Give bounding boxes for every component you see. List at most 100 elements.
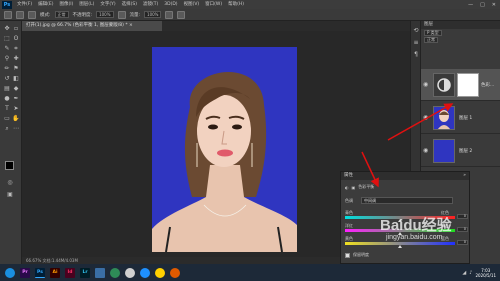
airbrush-icon[interactable] (165, 10, 174, 19)
clock[interactable]: 7:03 2020/5/11 (475, 268, 496, 278)
crop-tool-icon[interactable]: ⌗ (12, 45, 20, 53)
menu-select[interactable]: 选择(S) (119, 0, 140, 9)
brush-tool-icon[interactable]: ✏ (3, 65, 11, 73)
foreground-color-swatch[interactable] (5, 161, 14, 170)
brush-panel-toggle-icon[interactable] (28, 10, 36, 19)
slider-knob[interactable] (398, 232, 402, 235)
menu-help[interactable]: 帮助(H) (225, 0, 247, 9)
preserve-luminosity-checkbox[interactable] (345, 252, 350, 258)
properties-panel: 属性 » ◐ ▣ 色彩平衡 色调 中间调 青色 红色 0 洋红 绿色 0 黄色 … (340, 171, 470, 264)
app-icon-lightroom[interactable]: Lr (80, 267, 90, 278)
slider-knob[interactable] (398, 245, 402, 248)
document-canvas[interactable] (152, 47, 297, 252)
layer-row[interactable]: ◉ 图层 2 (421, 135, 500, 167)
yellow-blue-slider[interactable] (345, 242, 455, 248)
shape-tool-icon[interactable]: ▭ (3, 115, 11, 123)
mask-icon[interactable]: ▣ (352, 185, 356, 190)
screen-mode-icon[interactable]: ▣ (6, 191, 14, 199)
menu-edit[interactable]: 编辑(E) (35, 0, 56, 9)
visibility-eye-icon[interactable]: ◉ (423, 81, 428, 88)
hand-tool-icon[interactable]: ✋ (12, 115, 20, 123)
system-tray: ◢ ♪ 7:03 2020/5/11 (462, 268, 500, 278)
history-panel-icon[interactable]: ⟲ (412, 27, 420, 35)
menu-image[interactable]: 图像(I) (56, 0, 76, 9)
blend-mode-dropdown[interactable]: 正常 (424, 36, 438, 43)
cyan-red-slider[interactable] (345, 216, 455, 222)
layer-filter-dropdown[interactable]: P 类型 (424, 29, 442, 36)
layer-row[interactable]: ◉ 色彩... (421, 69, 500, 101)
cyan-red-value[interactable]: 0 (457, 214, 468, 219)
slider-knob[interactable] (398, 219, 402, 222)
yellow-blue-value[interactable]: 0 (457, 240, 468, 245)
magenta-green-value[interactable]: 0 (457, 227, 468, 232)
app-icon-chrome[interactable] (155, 267, 165, 278)
pressure-size-icon[interactable] (177, 10, 186, 19)
quick-select-tool-icon[interactable]: ✎ (3, 45, 11, 53)
mode-dropdown[interactable]: 正常 (54, 11, 69, 18)
path-select-tool-icon[interactable]: ➤ (12, 105, 20, 113)
app-icon-media-player[interactable] (95, 267, 105, 278)
minimize-icon[interactable]: — (468, 2, 473, 8)
opacity-input[interactable]: 100% (96, 11, 114, 18)
windows-taskbar: Pr Ps Ai Id Lr ◢ ♪ 7:03 2020/5/11 (0, 264, 500, 281)
close-icon[interactable]: ✕ (492, 2, 496, 8)
lasso-tool-icon[interactable]: ʘ (12, 35, 20, 43)
app-icon-indesign[interactable]: Id (65, 267, 75, 278)
tone-label: 色调 (345, 198, 353, 203)
dodge-tool-icon[interactable]: ● (3, 95, 11, 103)
history-brush-tool-icon[interactable]: ↺ (3, 75, 11, 83)
eyedropper-tool-icon[interactable]: ⚲ (3, 55, 11, 63)
menu-window[interactable]: 窗口(W) (202, 0, 225, 9)
type-tool-icon[interactable]: T (3, 105, 11, 113)
preserve-luminosity-label: 保留明度 (353, 252, 369, 257)
app-icon-qq[interactable] (125, 267, 135, 278)
properties-panel-header[interactable]: 属性 » (341, 172, 469, 180)
app-icon-premiere[interactable]: Pr (20, 267, 30, 278)
layers-panel-header[interactable]: 图层 (421, 21, 500, 29)
menu-3d[interactable]: 3D(D) (161, 0, 180, 9)
layer-mask-thumbnail[interactable] (457, 73, 479, 97)
app-icon-photoshop[interactable]: Ps (35, 267, 45, 278)
menu-file[interactable]: 文件(F) (14, 0, 35, 9)
move-tool-icon[interactable]: ✥ (3, 25, 11, 33)
menu-type[interactable]: 文字(Y) (97, 0, 118, 9)
edit-toolbar-icon[interactable]: ⋯ (12, 125, 20, 133)
collapse-panel-icon[interactable]: » (463, 172, 469, 180)
clone-stamp-tool-icon[interactable]: ⚑ (12, 65, 20, 73)
paragraph-panel-icon[interactable]: ¶ (412, 51, 420, 59)
app-icon-illustrator[interactable]: Ai (50, 267, 60, 278)
healing-brush-tool-icon[interactable]: ✚ (12, 55, 20, 63)
layer-row[interactable]: ◉ 图层 1 (421, 102, 500, 134)
visibility-eye-icon[interactable]: ◉ (423, 114, 428, 121)
marquee-tool-icon[interactable]: ⬚ (3, 35, 11, 43)
app-icon-browser[interactable] (140, 267, 150, 278)
magenta-green-slider[interactable] (345, 229, 455, 235)
tone-dropdown[interactable]: 中间调 (361, 197, 453, 204)
eraser-tool-icon[interactable]: ◧ (12, 75, 20, 83)
menu-layer[interactable]: 图层(L) (76, 0, 97, 9)
network-icon[interactable]: ◢ (462, 270, 466, 276)
zoom-tool-icon[interactable]: ⌕ (3, 125, 11, 133)
start-button-icon[interactable] (5, 267, 15, 278)
menu-filter[interactable]: 滤镜(T) (140, 0, 161, 9)
lips (217, 149, 233, 157)
photoshop-logo: Ps (2, 0, 12, 9)
properties-panel-icon[interactable]: ≡ (412, 39, 420, 47)
document-tab-close-icon[interactable]: × (129, 23, 133, 28)
app-icon-firefox[interactable] (170, 267, 180, 278)
pen-tool-icon[interactable]: ✒ (12, 95, 20, 103)
visibility-eye-icon[interactable]: ◉ (423, 147, 428, 154)
gradient-tool-icon[interactable]: ▤ (3, 85, 11, 93)
maximize-icon[interactable]: □ (480, 2, 485, 8)
volume-icon[interactable]: ♪ (469, 270, 472, 276)
pressure-opacity-icon[interactable] (117, 10, 126, 19)
quick-mask-icon[interactable]: ◎ (6, 179, 14, 187)
flow-input[interactable]: 100% (144, 11, 162, 18)
document-tab[interactable]: 打开(1).jpg @ 66.7% (色彩平衡 1, 图层蒙版/8) * × (22, 21, 162, 31)
brush-preset-icon[interactable] (4, 10, 12, 19)
app-icon-game[interactable] (110, 267, 120, 278)
menu-view[interactable]: 视图(V) (181, 0, 203, 9)
blur-tool-icon[interactable]: ◆ (12, 85, 20, 93)
artboard-tool-icon[interactable]: ▫ (12, 25, 20, 33)
brush-size-picker[interactable] (16, 10, 24, 19)
